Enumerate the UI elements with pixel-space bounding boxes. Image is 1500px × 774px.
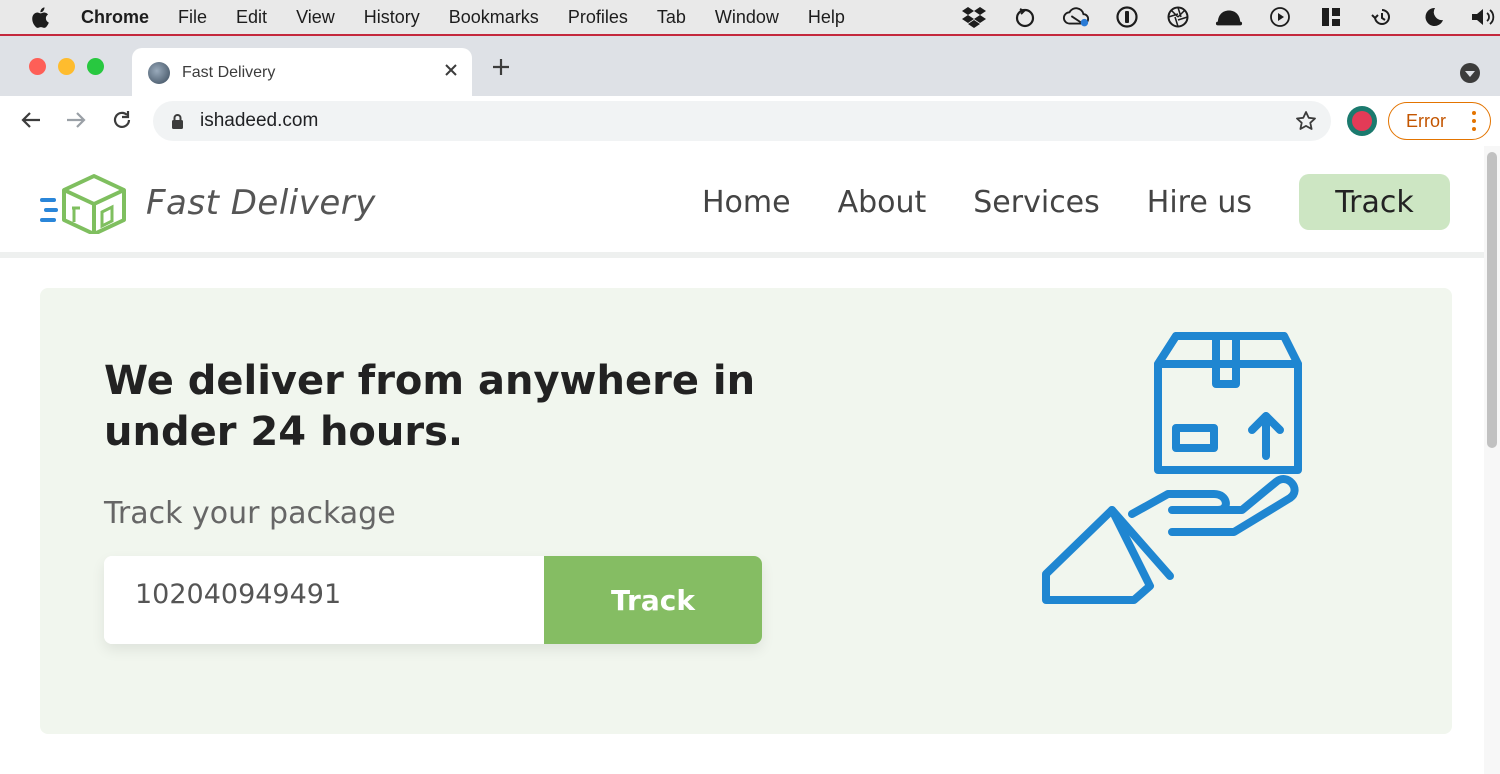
menu-tab[interactable]: Tab (657, 7, 686, 28)
hero-title: We deliver from anywhere in under 24 hou… (104, 358, 756, 455)
tracking-form: Track (104, 556, 762, 644)
apple-icon[interactable] (31, 6, 49, 28)
nav-about-link[interactable]: About (838, 185, 927, 220)
page-scrollbar[interactable] (1484, 146, 1500, 774)
nav-track-button[interactable]: Track (1299, 174, 1450, 230)
error-label: Error (1406, 110, 1446, 131)
hero-subtitle: Track your package (104, 496, 396, 531)
box-logo-icon (40, 174, 126, 234)
browser-toolbar: ishadeed.com Error (0, 96, 1500, 146)
cloud-sync-icon[interactable] (1062, 6, 1090, 28)
main-nav: Home About Services Hire us Track (702, 174, 1450, 230)
menu-history[interactable]: History (364, 7, 420, 28)
brand-name: Fast Delivery (146, 183, 376, 223)
bookmark-star-icon[interactable] (1295, 110, 1317, 137)
nav-services-link[interactable]: Services (973, 185, 1100, 220)
nav-hire-us-link[interactable]: Hire us (1147, 185, 1252, 220)
lock-icon[interactable] (171, 113, 185, 130)
menubar-status-area (937, 0, 1500, 34)
site-header: Fast Delivery Home About Services Hire u… (0, 146, 1484, 258)
new-tab-button[interactable] (491, 52, 511, 84)
page-viewport: Fast Delivery Home About Services Hire u… (0, 146, 1500, 774)
tab-title: Fast Delivery (182, 64, 276, 81)
window-close-button[interactable] (29, 58, 46, 75)
menu-edit[interactable]: Edit (236, 7, 267, 28)
window-zoom-button[interactable] (87, 58, 104, 75)
more-menu-icon (1472, 111, 1476, 131)
menu-profiles[interactable]: Profiles (568, 7, 628, 28)
menu-window[interactable]: Window (715, 7, 779, 28)
grid-icon[interactable] (1317, 6, 1345, 28)
hand-package-icon (1042, 332, 1302, 604)
aperture-icon[interactable] (1164, 6, 1192, 28)
url-text: ishadeed.com (200, 110, 319, 131)
hero-section: We deliver from anywhere in under 24 hou… (40, 288, 1452, 734)
loop-icon[interactable] (1011, 6, 1039, 28)
nav-home-link[interactable]: Home (702, 185, 791, 220)
browser-tab-strip: Fast Delivery (0, 34, 1500, 98)
track-submit-button[interactable]: Track (544, 556, 762, 644)
menu-file[interactable]: File (178, 7, 207, 28)
menu-view[interactable]: View (296, 7, 335, 28)
tracking-number-input[interactable] (104, 556, 544, 644)
play-icon[interactable] (1266, 6, 1294, 28)
volume-icon[interactable] (1470, 6, 1498, 28)
macos-menu-bar: Chrome File Edit View History Bookmarks … (0, 0, 1500, 34)
menu-bookmarks[interactable]: Bookmarks (449, 7, 539, 28)
forward-arrow-icon[interactable] (62, 106, 90, 134)
onepassword-icon[interactable] (1113, 6, 1141, 28)
site-favicon-icon (148, 62, 170, 84)
dropbox-icon[interactable] (960, 6, 988, 28)
site-logo[interactable]: Fast Delivery (38, 172, 376, 234)
browser-tab-active[interactable]: Fast Delivery (132, 48, 472, 98)
hat-icon[interactable] (1215, 6, 1243, 28)
tab-search-icon[interactable] (1460, 63, 1480, 83)
window-minimize-button[interactable] (58, 58, 75, 75)
tab-close-icon[interactable] (444, 60, 458, 83)
browser-error-button[interactable]: Error (1388, 102, 1491, 140)
back-arrow-icon[interactable] (17, 106, 45, 134)
address-bar[interactable]: ishadeed.com (153, 101, 1331, 141)
menu-app-chrome[interactable]: Chrome (81, 7, 149, 28)
reload-icon[interactable] (108, 106, 136, 134)
profile-avatar[interactable] (1347, 106, 1377, 136)
scrollbar-thumb[interactable] (1487, 152, 1497, 448)
menu-help[interactable]: Help (808, 7, 845, 28)
time-machine-icon[interactable] (1368, 6, 1396, 28)
moon-icon[interactable] (1419, 6, 1447, 28)
